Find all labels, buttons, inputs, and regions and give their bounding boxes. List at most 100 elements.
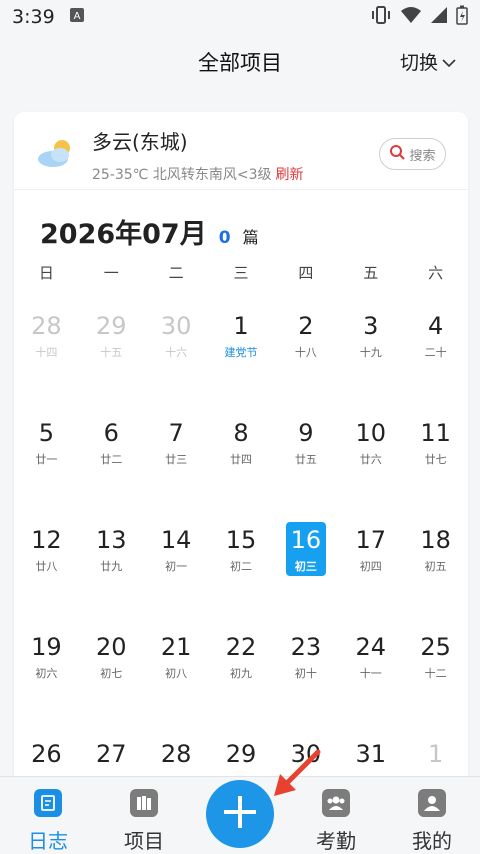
switch-button[interactable]: 切换 — [400, 48, 456, 75]
calendar-day[interactable]: 20 初七 — [79, 625, 144, 732]
calendar-day-today[interactable]: 16 初三 — [273, 518, 338, 625]
calendar-day[interactable]: 9 廿五 — [273, 411, 338, 518]
weather-detail-line: 25-35℃ 北风转东南风<3级 刷新 — [92, 164, 304, 184]
lunar-date: 二十 — [424, 346, 447, 359]
tab-journal[interactable]: 日志 — [0, 777, 96, 853]
lunar-date: 十九 — [359, 346, 382, 359]
day-number: 13 — [96, 526, 127, 554]
title-bar: 全部项目 切换 — [0, 34, 480, 90]
group-icon — [322, 789, 350, 817]
vibrate-icon — [370, 5, 392, 30]
day-number: 11 — [420, 419, 451, 447]
day-number: 29 — [96, 312, 127, 340]
day-number: 1 — [427, 740, 444, 768]
weekday-label: 四 — [298, 264, 314, 282]
day-number: 21 — [160, 633, 192, 661]
day-number: 20 — [96, 633, 127, 661]
calendar-day[interactable]: 21 初八 — [144, 625, 209, 732]
lunar-date: 十二 — [424, 667, 447, 680]
day-number: 31 — [355, 740, 386, 768]
tab-projects[interactable]: 项目 — [96, 777, 192, 853]
weather-panel: 多云(东城) 25-35℃ 北风转东南风<3级 刷新 搜索 — [14, 112, 468, 190]
lunar-date: 十八 — [294, 346, 317, 359]
calendar-day[interactable]: 13 廿九 — [79, 518, 144, 625]
day-number: 8 — [233, 419, 249, 447]
calendar-day[interactable]: 11 廿七 — [403, 411, 468, 518]
lunar-date: 廿四 — [230, 453, 252, 466]
tab-profile[interactable]: 我的 — [384, 777, 480, 853]
day-number: 14 — [160, 526, 192, 554]
calendar-day[interactable]: 8 廿四 — [209, 411, 274, 518]
calendar-day[interactable]: 18 初五 — [403, 518, 468, 625]
entry-unit: 篇 — [242, 228, 259, 247]
add-button[interactable] — [206, 780, 274, 848]
calendar-day[interactable]: 30 十六 — [144, 304, 209, 411]
pointer-arrow-icon — [270, 748, 322, 800]
search-button[interactable]: 搜索 — [379, 138, 446, 170]
calendar-day[interactable]: 1 建党节 — [209, 304, 274, 411]
calendar-day[interactable]: 12 廿八 — [14, 518, 79, 625]
day-number: 30 — [160, 312, 192, 340]
day-number: 15 — [225, 526, 257, 554]
month-label[interactable]: 2026年07月 — [40, 212, 207, 251]
add-icon — [220, 792, 260, 836]
status-bar: 3:39 A — [0, 0, 480, 34]
day-number: 12 — [31, 526, 62, 554]
calendar-day[interactable]: 10 廿六 — [338, 411, 403, 518]
calendar-day[interactable]: 3 十九 — [338, 304, 403, 411]
calendar-day[interactable]: 25 十二 — [403, 625, 468, 732]
refresh-link[interactable]: 刷新 — [276, 167, 304, 183]
lunar-date: 廿七 — [424, 453, 447, 466]
day-number: 23 — [290, 633, 322, 661]
day-number: 18 — [420, 526, 451, 554]
lunar-date: 初十 — [294, 667, 317, 680]
calendar-day[interactable]: 2 十八 — [273, 304, 338, 411]
lunar-date: 初三 — [294, 560, 317, 573]
page-title: 全部项目 — [198, 51, 282, 75]
chevron-down-icon — [442, 51, 456, 73]
day-number: 24 — [355, 633, 386, 661]
weekday-label: 三 — [233, 264, 249, 282]
calendar-day[interactable]: 23 初十 — [273, 625, 338, 732]
calendar-day[interactable]: 6 廿二 — [79, 411, 144, 518]
status-time: 3:39 — [12, 6, 55, 28]
weekday-label: 日 — [38, 264, 54, 282]
day-number: 19 — [31, 633, 62, 661]
weekday-label: 一 — [103, 264, 119, 282]
calendar-day[interactable]: 28 十四 — [14, 304, 79, 411]
calendar-day[interactable]: 4 二十 — [403, 304, 468, 411]
weather-detail: 25-35℃ 北风转东南风<3级 — [92, 167, 272, 183]
calendar-day[interactable]: 7 廿三 — [144, 411, 209, 518]
day-number: 17 — [355, 526, 386, 554]
lunar-date: 廿八 — [35, 560, 58, 573]
day-number: 27 — [96, 740, 127, 768]
lunar-date: 初七 — [100, 667, 123, 680]
calendar-day[interactable]: 24 十一 — [338, 625, 403, 732]
day-number: 16 — [290, 526, 322, 554]
festival-label: 建党节 — [224, 346, 258, 359]
calendar-day[interactable]: 5 廿一 — [14, 411, 79, 518]
tab-journal-label: 日志 — [28, 829, 68, 853]
day-number: 29 — [225, 740, 257, 768]
tab-profile-label: 我的 — [412, 829, 452, 853]
signal-icon — [430, 6, 448, 29]
notification-a-icon: A — [69, 6, 85, 28]
lunar-date: 初二 — [230, 560, 252, 573]
weekday-row: 日 一 二 三 四 五 六 — [14, 262, 468, 283]
calendar-day[interactable]: 19 初六 — [14, 625, 79, 732]
day-number: 9 — [298, 419, 314, 447]
calendar-day[interactable]: 22 初九 — [209, 625, 274, 732]
calendar-week-row: 12 廿八 13 廿九 14 初一 15 初二 16 初三 17 初四 18 初五 — [14, 518, 468, 625]
weekday-label: 六 — [428, 264, 444, 282]
lunar-date: 十五 — [100, 346, 123, 359]
lunar-date: 廿五 — [294, 453, 317, 466]
calendar-day[interactable]: 17 初四 — [338, 518, 403, 625]
weekday-label: 二 — [168, 264, 184, 282]
profile-icon — [418, 789, 446, 817]
calendar-day[interactable]: 14 初一 — [144, 518, 209, 625]
calendar-card: 多云(东城) 25-35℃ 北风转东南风<3级 刷新 搜索 2026年07月 0 … — [14, 112, 468, 792]
day-number: 1 — [233, 312, 249, 340]
day-number: 6 — [103, 419, 119, 447]
calendar-day[interactable]: 15 初二 — [209, 518, 274, 625]
calendar-day[interactable]: 29 十五 — [79, 304, 144, 411]
